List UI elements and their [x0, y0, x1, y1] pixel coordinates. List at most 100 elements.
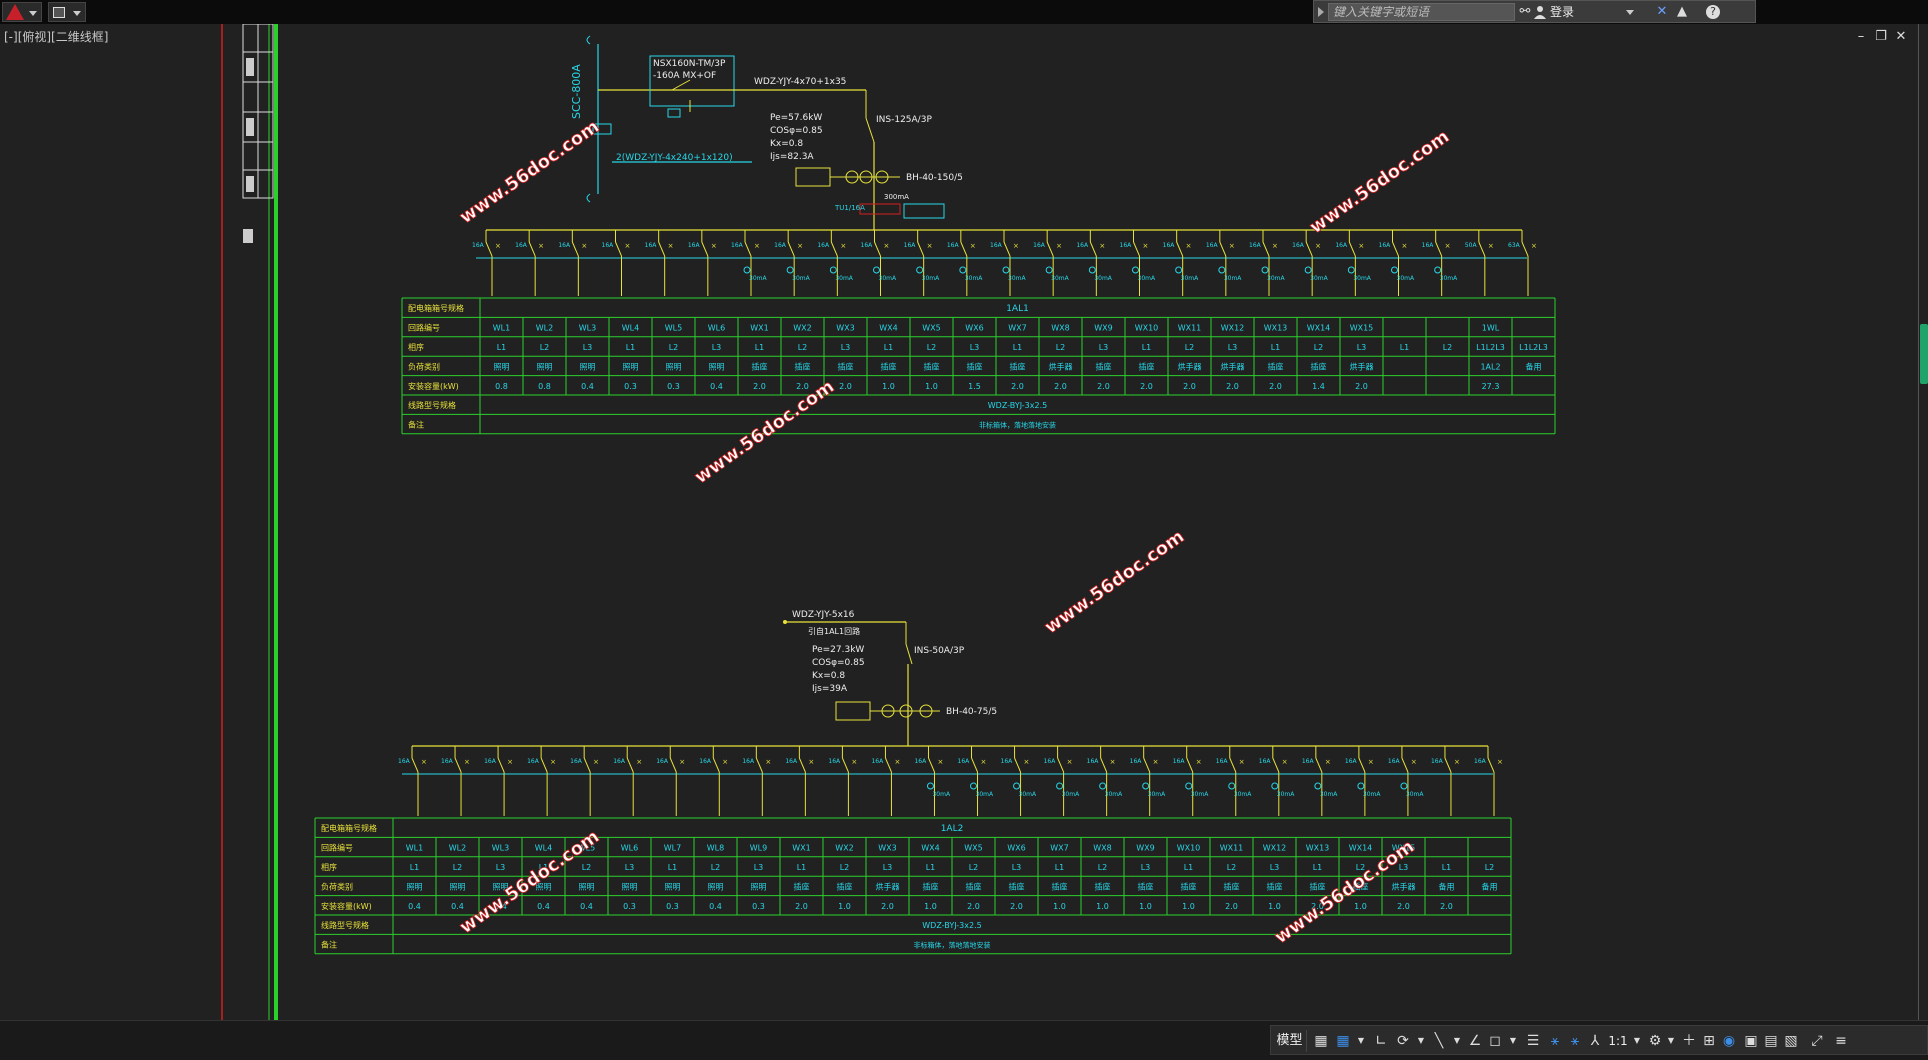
- table-cell: 插座: [1052, 881, 1068, 891]
- help-icon[interactable]: ?: [1706, 5, 1720, 19]
- branch-breaker: [1219, 241, 1227, 257]
- table-cell: L2: [798, 343, 808, 352]
- application-menu-button[interactable]: [2, 2, 42, 22]
- table-cell: WX10: [1135, 324, 1159, 333]
- breaker-mark: ×: [1358, 242, 1364, 250]
- rcd-label: 30mA: [1105, 791, 1123, 798]
- table-cell: 备用: [1526, 361, 1542, 371]
- table-cell: WL3: [579, 324, 596, 333]
- table-cell: WX14: [1349, 844, 1373, 853]
- chevron-down-icon[interactable]: ▼: [1411, 1031, 1431, 1051]
- breaker-rating: 16A: [947, 242, 960, 249]
- branch-breaker: [1272, 757, 1280, 773]
- breaker-rating: 16A: [602, 242, 615, 249]
- chevron-down-icon[interactable]: ▼: [1503, 1031, 1523, 1051]
- remark: 非标箱体，落地落地安装: [914, 941, 991, 950]
- table-cell: L3: [1357, 343, 1367, 352]
- branch-breaker: [1057, 757, 1065, 773]
- chevron-down-icon[interactable]: ▼: [1351, 1031, 1371, 1051]
- branch-breaker: [787, 241, 795, 257]
- table-cell: WX11: [1178, 324, 1202, 333]
- table-cell: 0.3: [623, 902, 636, 911]
- clean-screen-icon[interactable]: ▧: [1781, 1031, 1801, 1051]
- breaker-mark: ×: [1099, 242, 1105, 250]
- chevron-down-icon[interactable]: ▼: [1627, 1031, 1647, 1051]
- grid-icon[interactable]: ▦: [1311, 1031, 1331, 1051]
- rcd-label: 30mA: [879, 275, 897, 282]
- chevron-down-icon[interactable]: ▼: [1661, 1031, 1681, 1051]
- breaker-rating: 16A: [441, 758, 454, 765]
- graphics-performance-icon[interactable]: ▣: [1741, 1031, 1761, 1051]
- breaker-mark: ×: [894, 758, 900, 766]
- expand-arrow-icon[interactable]: [1318, 7, 1324, 17]
- hardware-icon[interactable]: ▤: [1761, 1031, 1781, 1051]
- table-cell: WL5: [665, 324, 682, 333]
- plus-icon[interactable]: ＋: [1679, 1031, 1699, 1051]
- rcd-symbol: [959, 266, 967, 274]
- rcd-symbol: [926, 782, 934, 790]
- rcd-symbol: [1013, 782, 1021, 790]
- breaker-rating: 16A: [484, 758, 497, 765]
- drawing-canvas[interactable]: [-][俯视][二维线框] – ❐ ✕ SCC-800A 2(WDZ-YJY-4…: [0, 24, 1928, 1020]
- annotation-scale-icon[interactable]: ⅄: [1585, 1031, 1605, 1051]
- rcd-symbol: [916, 266, 924, 274]
- breaker-mark: ×: [1143, 242, 1149, 250]
- auto-scale-icon[interactable]: ⚹: [1565, 1031, 1585, 1051]
- breaker-rating: 16A: [1388, 758, 1401, 765]
- ortho-icon[interactable]: ∟: [1371, 1031, 1391, 1051]
- rcd-label: 30mA: [1267, 275, 1285, 282]
- breaker-rating: 16A: [828, 758, 841, 765]
- autodesk-app-icon[interactable]: ▲: [1674, 4, 1690, 20]
- table-cell: WX12: [1263, 844, 1287, 853]
- table-cell: 插座: [795, 361, 811, 371]
- table-cell: L1: [1442, 863, 1452, 872]
- breaker-mark: ×: [1497, 758, 1503, 766]
- rcd-label: 30mA: [1397, 275, 1415, 282]
- p1-breaker-rating: -160A MX+OF: [653, 71, 716, 81]
- table-cell: 2.0: [1097, 382, 1110, 391]
- table-cell: 1.0: [1096, 902, 1109, 911]
- table-cell: WX8: [1093, 844, 1111, 853]
- breaker-rating: 16A: [645, 242, 658, 249]
- object-snap-icon[interactable]: ◻: [1485, 1031, 1505, 1051]
- search-input[interactable]: [1328, 3, 1515, 21]
- table-cell: 27.3: [1482, 382, 1500, 391]
- object-snap-tracking-icon[interactable]: ∠: [1465, 1031, 1485, 1051]
- isolate-objects-icon[interactable]: ◉: [1719, 1031, 1739, 1051]
- customize-menu-icon[interactable]: ≡: [1831, 1031, 1851, 1051]
- fullscreen-icon[interactable]: ⤢: [1807, 1031, 1827, 1051]
- branch-breaker: [528, 241, 536, 257]
- units-icon[interactable]: ⊞: [1699, 1031, 1719, 1051]
- table-cell: L1: [884, 343, 894, 352]
- breaker-mark: ×: [1110, 758, 1116, 766]
- isometric-icon[interactable]: ╲: [1429, 1031, 1449, 1051]
- model-space-button[interactable]: 模型: [1273, 1030, 1307, 1052]
- table-cell: WX1: [750, 324, 768, 333]
- rcd-symbol: [829, 266, 837, 274]
- table-cell: 1AL2: [1480, 362, 1500, 371]
- rcd-symbol: [873, 266, 880, 274]
- lineweight-icon[interactable]: ☰: [1523, 1031, 1543, 1051]
- annotation-visibility-icon[interactable]: ⚹: [1545, 1031, 1565, 1051]
- exchange-icon[interactable]: ✕: [1654, 4, 1670, 20]
- snap-icon[interactable]: ▦: [1333, 1031, 1353, 1051]
- p2-cos: COSφ=0.85: [812, 658, 865, 668]
- panel1-branch-circuits: × 16A × 16A × 16A × 16A × 16A × 16A × 16A 30mA × 16A 30mA…: [472, 229, 1537, 296]
- table-cell: 烘手器: [876, 881, 900, 891]
- chevron-down-icon[interactable]: ▼: [1447, 1031, 1467, 1051]
- table-cell: WX5: [964, 844, 982, 853]
- rcd-symbol: [743, 266, 751, 274]
- branch-breaker: [1014, 757, 1022, 773]
- table-cell: 照明: [450, 882, 466, 891]
- user-icon: [1534, 6, 1546, 19]
- quick-access-button[interactable]: [48, 2, 86, 22]
- table-cell: 1.0: [925, 382, 938, 391]
- table-cell: 1.4: [1312, 382, 1325, 391]
- scroll-handle[interactable]: [1920, 324, 1928, 384]
- table-cell: L2: [840, 863, 850, 872]
- table-cell: 插座: [752, 361, 768, 371]
- login-button[interactable]: 登录: [1530, 3, 1640, 21]
- rcd-symbol: [1304, 266, 1312, 274]
- panel1-table: 配电箱箱号规格 1AL1 回路编号相序负荷类别安装容量(kW) 线路型号规格备注 WL1…: [401, 297, 1556, 435]
- polar-tracking-icon[interactable]: ⟳: [1393, 1031, 1413, 1051]
